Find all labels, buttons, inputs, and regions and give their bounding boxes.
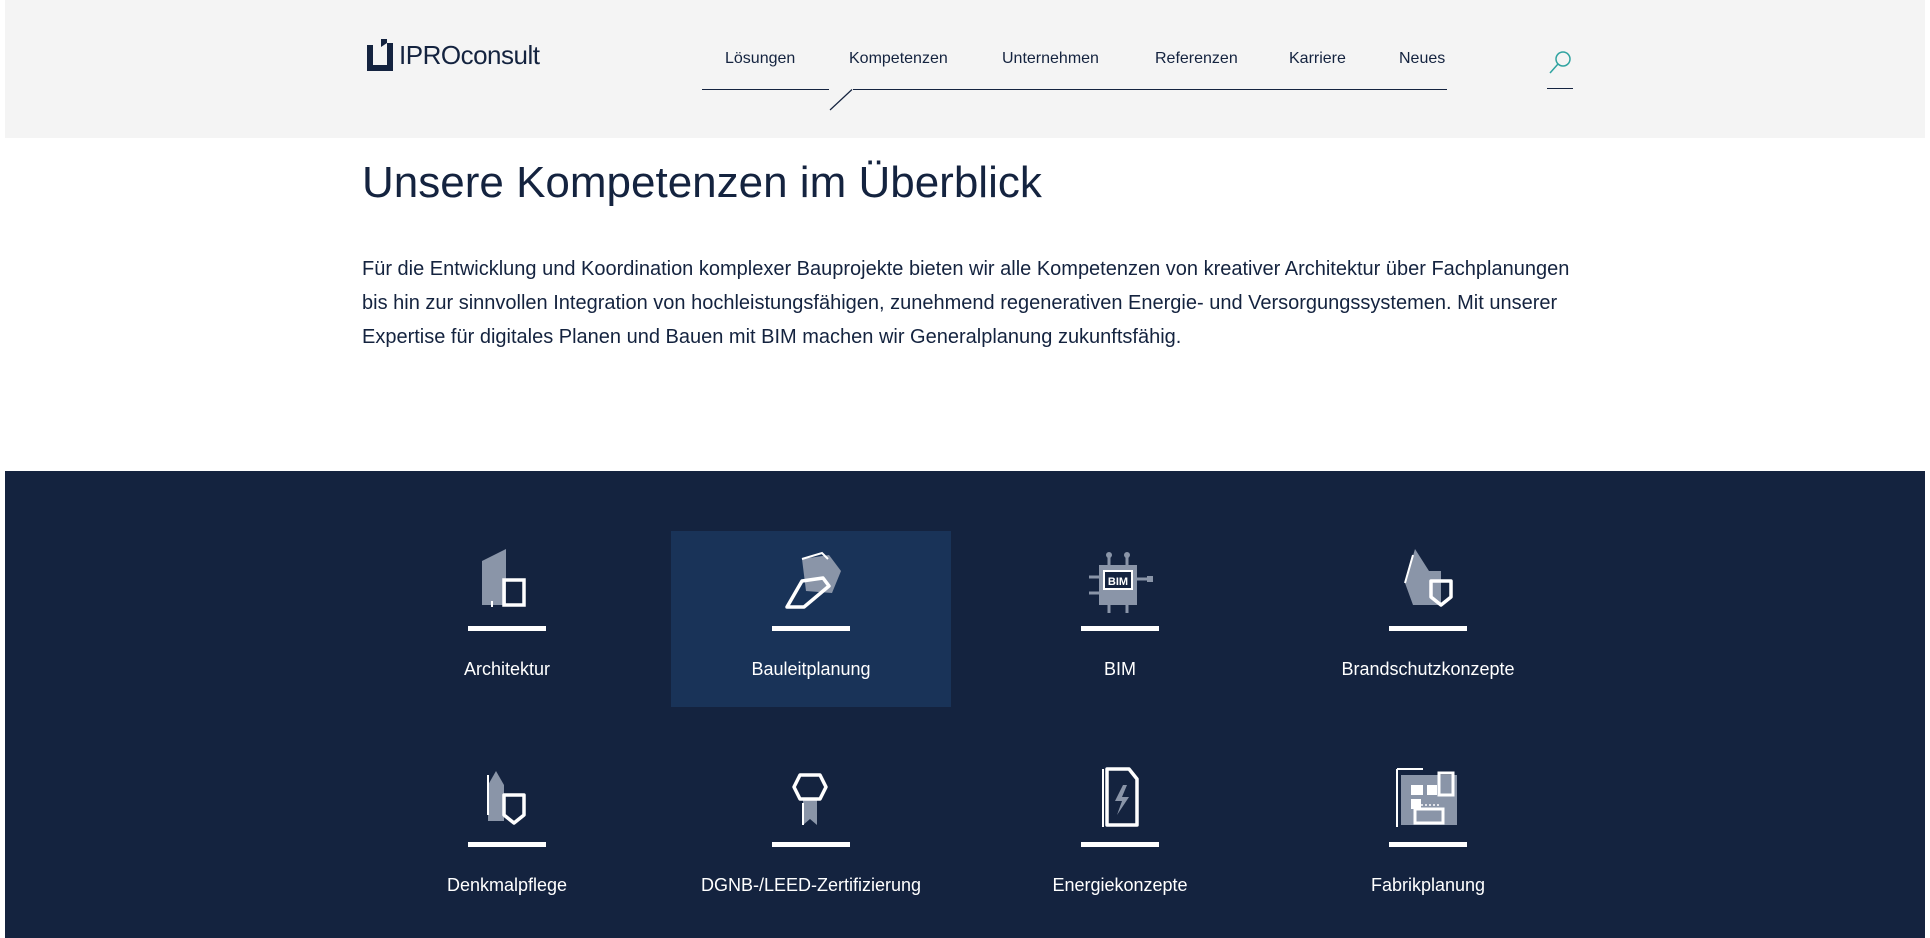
page-title: Unsere Kompetenzen im Überblick [362, 158, 1042, 207]
search-icon [1549, 51, 1571, 74]
bim-icon: BIM [1089, 552, 1153, 613]
monument-icon [487, 771, 526, 825]
tile-label: Architektur [463, 659, 551, 679]
tile-underline [772, 626, 850, 631]
logo[interactable]: IPROconsult [367, 38, 540, 72]
tile-underline [468, 626, 546, 631]
logo-text: IPROconsult [399, 39, 540, 70]
fire-protection-icon [1404, 549, 1453, 607]
factory-planning-icon [1396, 768, 1457, 827]
competence-tile-bim[interactable]: BIM BIM [980, 531, 1260, 707]
nav-item-karriere[interactable]: Karriere [1289, 50, 1346, 68]
tile-underline [772, 842, 850, 847]
competence-tile-architektur[interactable]: Architektur [367, 531, 647, 707]
bim-badge: BIM [1108, 576, 1128, 588]
competence-tile-denkmalpflege[interactable]: Denkmalpflege [367, 747, 647, 923]
site-header: IPROconsult Lösungen Kompetenzen Unterne… [5, 0, 1925, 138]
tile-label: BIM [1103, 659, 1136, 679]
nav-item-loesungen[interactable]: Lösungen [725, 50, 795, 68]
main-nav: Lösungen Kompetenzen Unternehmen Referen… [702, 40, 1447, 111]
nav-item-unternehmen[interactable]: Unternehmen [1002, 50, 1099, 68]
tile-underline [1081, 842, 1159, 847]
search-button[interactable] [1547, 48, 1573, 90]
competence-tile-fabrikplanung[interactable]: Fabrikplanung [1288, 747, 1568, 923]
energy-icon [1102, 767, 1139, 827]
tile-label: Fabrikplanung [1370, 875, 1486, 895]
competence-tile-dgnb-leed[interactable]: DGNB-/LEED-Zertifizierung [671, 747, 951, 923]
tile-underline [1081, 626, 1159, 631]
competence-tile-bauleitplanung[interactable]: Bauleitplanung [671, 531, 951, 707]
tile-label: Bauleitplanung [751, 659, 871, 679]
nav-underline [702, 89, 1447, 90]
urban-planning-icon [785, 551, 841, 609]
nav-item-neues[interactable]: Neues [1399, 50, 1445, 68]
certification-icon [792, 773, 828, 825]
tile-label: DGNB-/LEED-Zertifizierung [700, 875, 922, 895]
intro-text: Für die Entwicklung und Koordination kom… [362, 258, 1570, 348]
tile-label: Energiekonzepte [1052, 875, 1188, 895]
nav-item-referenzen[interactable]: Referenzen [1155, 50, 1238, 68]
competence-tile-brandschutzkonzepte[interactable]: Brandschutzkonzepte [1288, 531, 1568, 707]
tile-underline [468, 842, 546, 847]
competence-grid: Architektur Bauleitplanung BIM BIM Brand… [5, 471, 1925, 938]
tile-underline [1389, 626, 1467, 631]
tile-label: Denkmalpflege [446, 875, 568, 895]
search-underline [1547, 88, 1573, 89]
logo-mark-icon [367, 39, 393, 71]
tile-underline [1389, 842, 1467, 847]
tile-label: Brandschutzkonzepte [1341, 659, 1515, 679]
nav-item-kompetenzen[interactable]: Kompetenzen [849, 50, 948, 68]
active-nav-indicator [829, 89, 853, 111]
competence-tile-energiekonzepte[interactable]: Energiekonzepte [980, 747, 1260, 923]
architecture-icon [482, 549, 526, 607]
